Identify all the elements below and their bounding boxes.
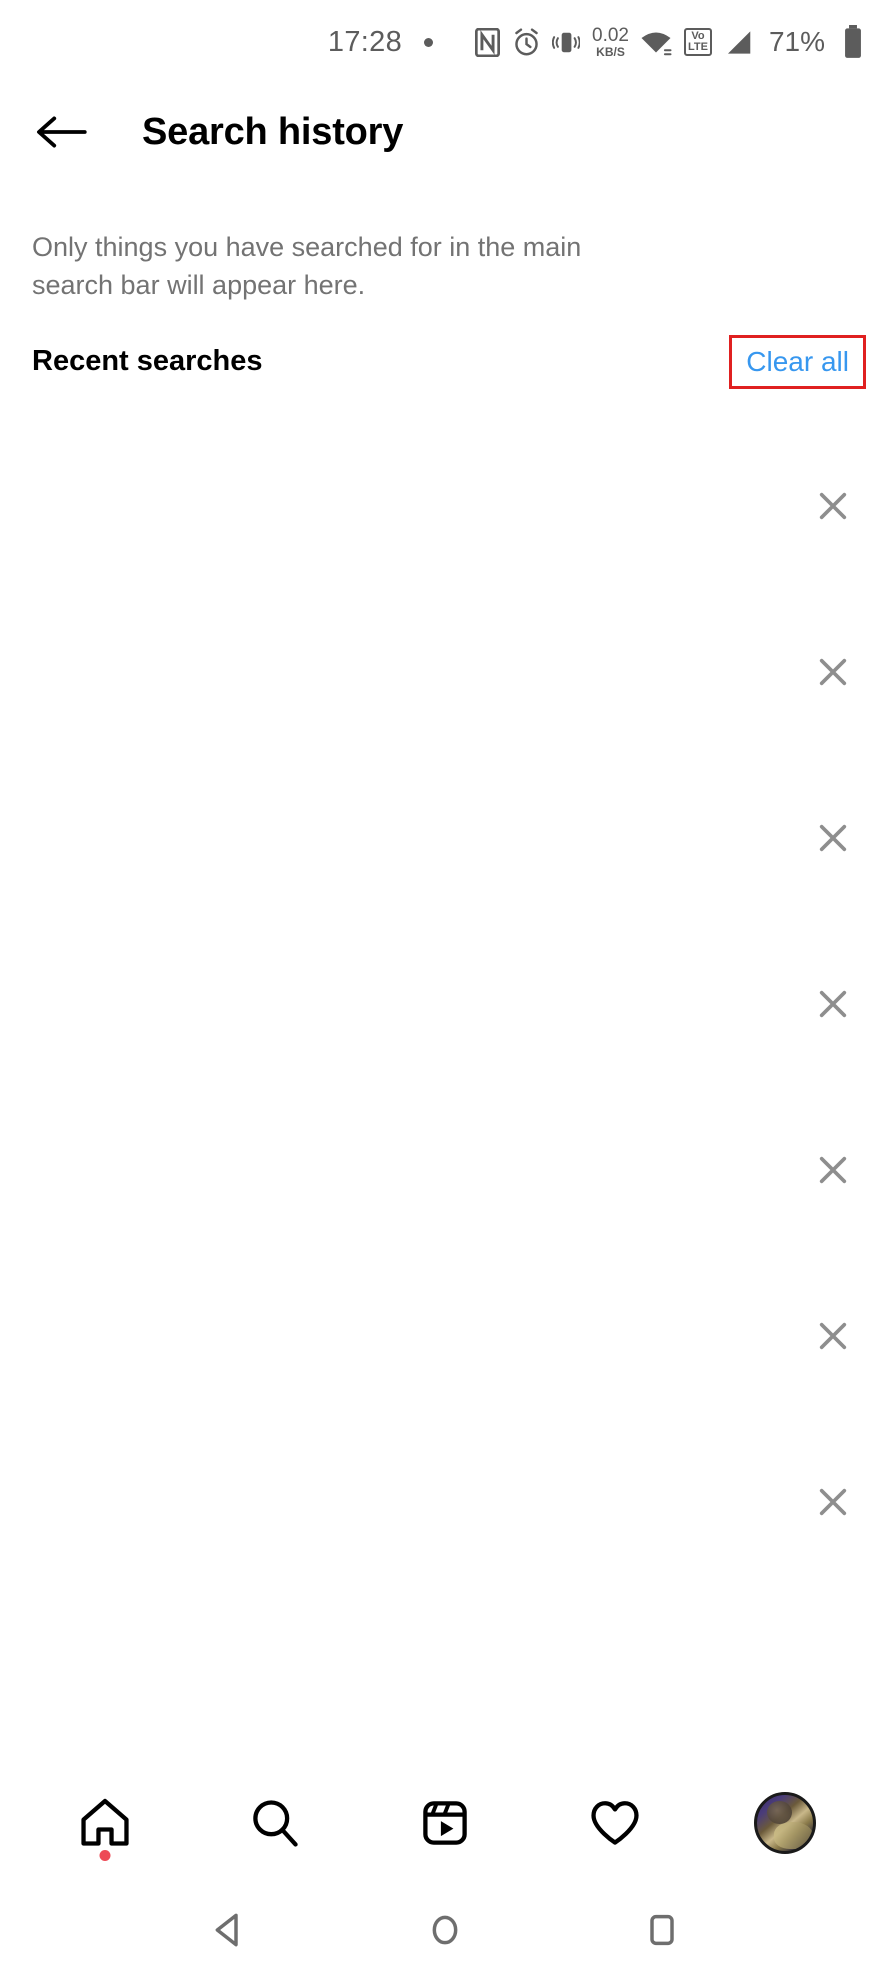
- close-icon[interactable]: [810, 1147, 856, 1193]
- network-speed-indicator: 0.02 KB/S: [592, 26, 629, 58]
- app-header: Search history: [0, 84, 890, 180]
- recent-searches-header: Recent searches Clear all: [0, 305, 890, 389]
- circle-icon: [432, 1915, 458, 1945]
- close-icon[interactable]: [810, 1479, 856, 1525]
- search-tab[interactable]: [220, 1773, 330, 1873]
- signal-icon: [723, 28, 753, 57]
- android-recents-button[interactable]: [622, 1895, 702, 1965]
- list-item[interactable]: [0, 423, 890, 589]
- activity-tab[interactable]: [560, 1773, 670, 1873]
- arrow-left-icon: [37, 116, 87, 148]
- page-title: Search history: [142, 110, 404, 153]
- network-speed-value: 0.02: [592, 25, 629, 46]
- avatar[interactable]: [754, 1792, 816, 1854]
- network-speed-unit: KB/S: [596, 45, 625, 59]
- volte-icon: Vo LTE: [683, 28, 712, 56]
- list-item[interactable]: [0, 921, 890, 1087]
- battery-percent-label: 71%: [768, 26, 825, 57]
- phone-screen: 17:28 0.02 KB/S Vo LTE 71% Search histor…: [0, 0, 890, 1978]
- profile-tab[interactable]: [730, 1773, 840, 1873]
- nfc-icon: [474, 27, 501, 57]
- android-home-button[interactable]: [405, 1895, 485, 1965]
- bottom-tab-bar: [0, 1764, 890, 1882]
- list-item[interactable]: [0, 1253, 890, 1419]
- heart-icon: [591, 1801, 639, 1845]
- search-history-list: [0, 389, 890, 1764]
- triangle-left-icon: [215, 1913, 239, 1947]
- status-bar: 17:28 0.02 KB/S Vo LTE 71%: [0, 0, 890, 84]
- close-icon[interactable]: [810, 483, 856, 529]
- status-bar-dot-indicator: [424, 37, 433, 47]
- home-tab[interactable]: [50, 1773, 160, 1873]
- reels-tab[interactable]: [390, 1773, 500, 1873]
- android-navigation-bar: [0, 1882, 890, 1978]
- list-item[interactable]: [0, 755, 890, 921]
- list-item[interactable]: [0, 1419, 890, 1585]
- list-item[interactable]: [0, 1087, 890, 1253]
- alarm-icon: [512, 27, 541, 57]
- back-button[interactable]: [30, 101, 92, 163]
- clear-all-highlight: Clear all: [729, 334, 866, 389]
- home-tab-badge: [99, 1850, 111, 1861]
- vibrate-icon: [552, 28, 580, 57]
- close-icon[interactable]: [810, 981, 856, 1027]
- search-icon: [253, 1800, 298, 1847]
- recent-searches-label: Recent searches: [32, 345, 263, 378]
- android-back-button[interactable]: [188, 1895, 268, 1965]
- close-icon[interactable]: [810, 1313, 856, 1359]
- reels-icon: [423, 1801, 467, 1845]
- description-text: Only things you have searched for in the…: [32, 232, 582, 301]
- status-bar-clock: 17:28: [327, 25, 402, 58]
- list-item[interactable]: [0, 589, 890, 755]
- close-icon[interactable]: [810, 649, 856, 695]
- battery-icon: [842, 25, 864, 59]
- clear-all-button[interactable]: Clear all: [746, 346, 849, 378]
- home-icon: [81, 1798, 129, 1846]
- wifi-icon: [640, 28, 672, 57]
- square-icon: [649, 1914, 674, 1946]
- volte-line-2: LTE: [687, 41, 708, 53]
- close-icon[interactable]: [810, 815, 856, 861]
